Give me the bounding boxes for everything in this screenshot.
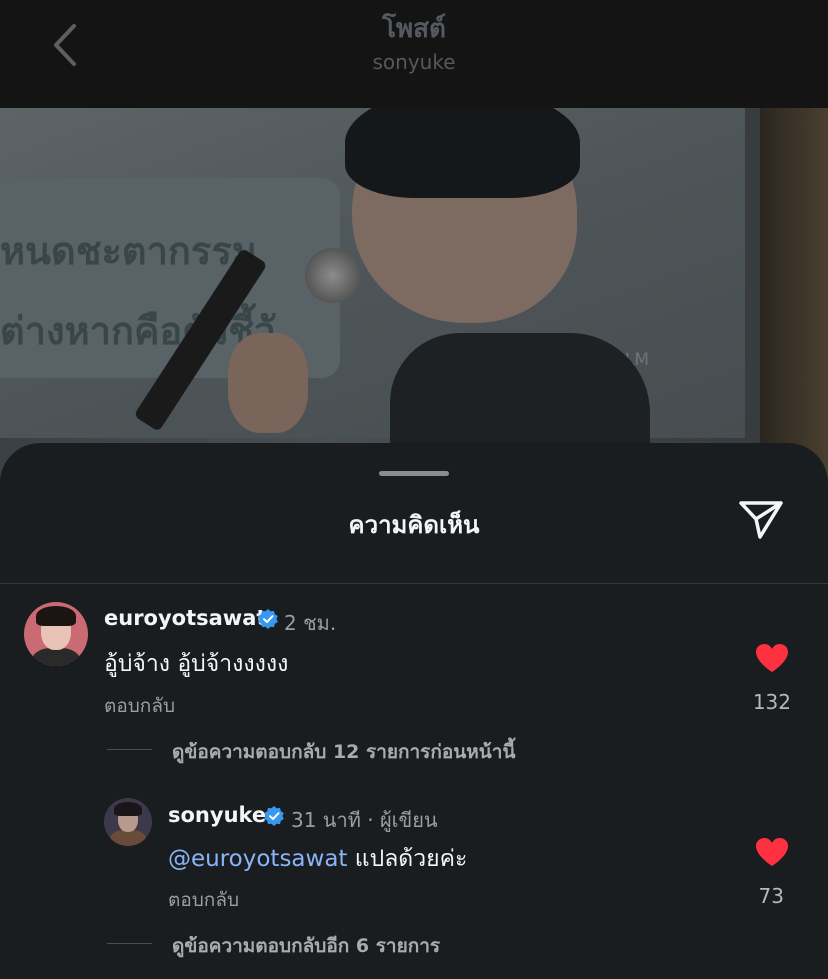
post-photo: หนดชะตากรรม ต่างหากคือตัวชี้วั NotebookL… [0, 108, 828, 488]
share-button[interactable] [736, 497, 786, 543]
comment-username[interactable]: sonyuke [168, 803, 266, 827]
like-count: 73 [758, 884, 784, 908]
thread-line [107, 749, 152, 750]
heart-icon[interactable] [755, 837, 789, 867]
page-title: โพสต์ [382, 14, 446, 44]
comment-text: อู้บ่จ้าง อู้บ่จ้างงงงง [104, 651, 289, 677]
avatar[interactable] [24, 602, 88, 666]
person-hair [345, 108, 580, 198]
sheet-divider [0, 583, 828, 584]
view-replies-button[interactable]: ดูข้อความตอบกลับอีก 6 รายการ [172, 931, 440, 961]
view-replies-button[interactable]: ดูข้อความตอบกลับ 12 รายการก่อนหน้านี้ [172, 737, 515, 767]
microphone-head [305, 248, 360, 303]
comment-time: 31 นาที · ผู้เขียน [291, 808, 438, 832]
wall [760, 108, 828, 488]
mention-link[interactable]: @euroyotsawat [168, 846, 347, 872]
reply-button[interactable]: ตอบกลับ [104, 691, 175, 721]
slide-text-line-1: หนดชะตากรรม [0, 229, 257, 273]
drag-handle[interactable] [379, 471, 449, 476]
page-subtitle: sonyuke [372, 50, 456, 74]
comments-sheet: ความคิดเห็น euroyotsawat 2 ชม. อู้บ่จ้าง… [0, 443, 828, 979]
comment-username[interactable]: euroyotsawat [104, 606, 266, 630]
avatar[interactable] [104, 798, 152, 846]
send-icon [739, 501, 783, 539]
reply-button[interactable]: ตอบกลับ [168, 885, 239, 915]
heart-icon[interactable] [755, 643, 789, 673]
thread-line [107, 943, 152, 944]
comment-time: 2 ชม. [284, 611, 337, 635]
hand [228, 333, 308, 433]
like-count: 132 [752, 690, 791, 714]
comment-text-body: แปลด้วยค่ะ [347, 846, 468, 872]
comment-text: @euroyotsawat แปลด้วยค่ะ [168, 841, 467, 877]
top-bar: โพสต์ sonyuke [0, 0, 828, 108]
comments-title: ความคิดเห็น [348, 511, 480, 539]
verified-badge-icon [264, 806, 284, 826]
verified-badge-icon [258, 609, 278, 629]
